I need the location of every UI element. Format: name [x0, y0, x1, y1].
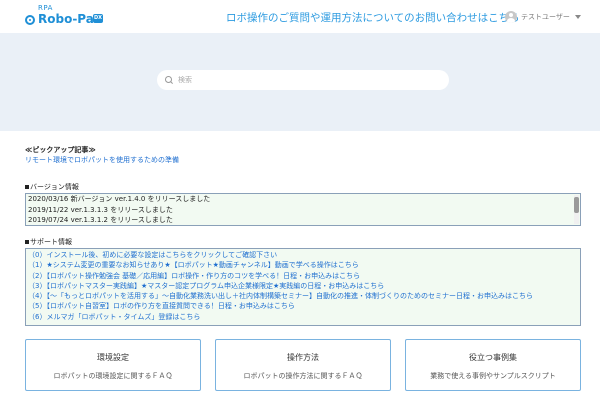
version-heading: バージョン情報: [25, 182, 79, 192]
card-description: ロボパットの環境設定に関するＦＡＱ: [53, 372, 173, 380]
logo-mark-icon: [25, 15, 35, 25]
card-title: 役立つ事例集: [469, 353, 517, 362]
card-title: 操作方法: [287, 353, 319, 362]
card-description: ロボパットの操作方法に関するＦＡＱ: [243, 372, 363, 380]
scrollbar-thumb[interactable]: [574, 197, 579, 213]
support-link[interactable]: （0）インストール後、初めに必要な設定はこちらをクリックしてご確認下さい: [26, 250, 580, 260]
support-heading-label: サポート情報: [30, 238, 72, 246]
version-list[interactable]: 2020/03/16 新バージョン ver.1.4.0 をリリースしました 20…: [25, 193, 581, 226]
hero-search-area: [0, 33, 600, 131]
card-operation-methods[interactable]: 操作方法 ロボパットの操作方法に関するＦＡＱ: [215, 339, 391, 391]
logo-rpa-label: RPA: [38, 4, 53, 12]
contact-link[interactable]: ロボ操作のご質問や運用方法についてのお問い合わせはこちら: [226, 10, 520, 25]
user-name: テストユーザー: [521, 13, 570, 21]
search-input[interactable]: [178, 76, 438, 84]
pickup-title: ≪ピックアップ記事≫: [25, 146, 96, 154]
card-useful-examples[interactable]: 役立つ事例集 業務で使える事例やサンプルスクリプト: [405, 339, 581, 391]
robo-pat-logo[interactable]: RPA Robo-Pat DX: [25, 4, 125, 30]
pickup-article-link[interactable]: リモート環境でロボパットを使用するための準備: [25, 155, 179, 165]
version-scrollbar[interactable]: [574, 195, 579, 224]
version-row: 2019/07/24 ver.1.3.1.2 をリリースしました: [28, 216, 173, 224]
chevron-down-icon: [574, 15, 581, 19]
support-link[interactable]: （1）★システム変更の重要なお知らせあり★【ロボパット★動画チャンネル】動画で学…: [26, 260, 580, 270]
version-row: 2019/11/22 ver.1.3.1.3 をリリースしました: [28, 205, 173, 214]
support-link[interactable]: （6）メルマガ「ロボパット・タイムズ」登録はこちら: [26, 312, 580, 322]
support-list: （0）インストール後、初めに必要な設定はこちらをクリックしてご確認下さい （1）…: [25, 248, 581, 326]
user-menu[interactable]: テストユーザー: [505, 10, 581, 24]
card-title: 環境設定: [97, 353, 129, 362]
logo-text: Robo-Pat: [38, 12, 100, 26]
logo-badge: DX: [93, 14, 103, 23]
card-description: 業務で使える事例やサンプルスクリプト: [430, 372, 556, 380]
user-avatar-icon: [505, 11, 517, 23]
search-icon: [165, 75, 174, 85]
square-bullet-icon: [25, 185, 29, 189]
version-row: 2020/03/16 新バージョン ver.1.4.0 をリリースしました: [28, 195, 211, 203]
support-link[interactable]: （2）【ロボパット操作勉強会 基礎／応用編】ロボ操作・作り方のコツを学べる！日程…: [26, 271, 580, 281]
top-header: RPA Robo-Pat DX ロボ操作のご質問や運用方法についてのお問い合わせ…: [0, 0, 600, 33]
support-link[interactable]: （4）【～「もっとロボパットを活用する」～自動化業務洗い出し＋社内体制構築セミナ…: [26, 291, 580, 301]
support-heading: サポート情報: [25, 237, 72, 247]
square-bullet-icon: [25, 240, 29, 244]
version-heading-label: バージョン情報: [30, 183, 79, 191]
search-bar[interactable]: [157, 70, 449, 90]
card-environment-settings[interactable]: 環境設定 ロボパットの環境設定に関するＦＡＱ: [25, 339, 201, 391]
support-link[interactable]: （3）【ロボパットマスター実践編】★マスター認定プログラム申込企業様限定★実践編…: [26, 281, 580, 291]
support-link[interactable]: （5）【ロボパット自習室】ロボの作り方を直接質問できる！日程・お申込みはこちら: [26, 301, 580, 311]
